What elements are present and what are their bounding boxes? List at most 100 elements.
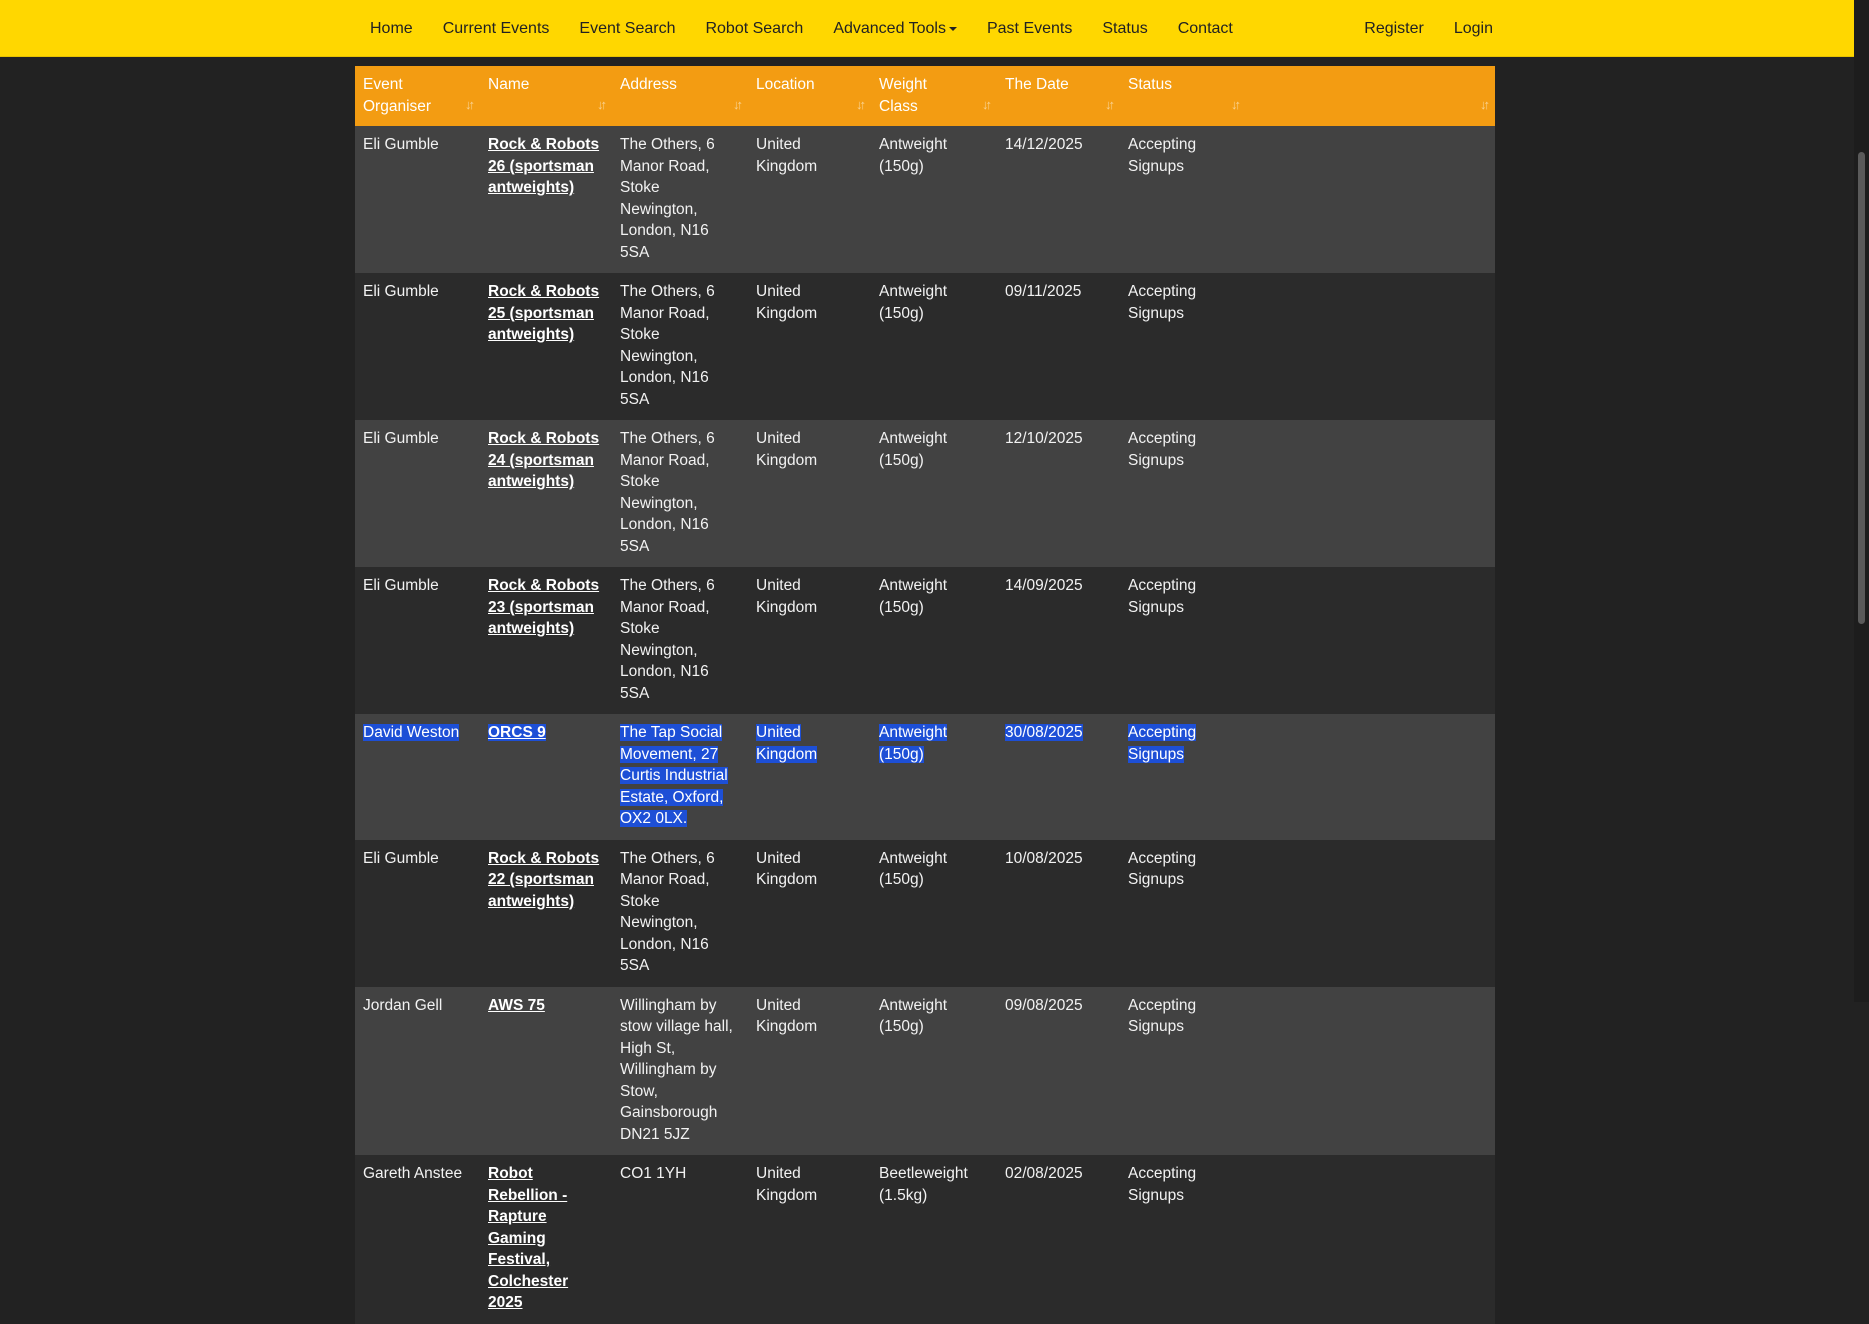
cell-address-text: Willingham by stow village hall, High St… <box>620 996 733 1143</box>
cell-address: Willingham by stow village hall, High St… <box>612 987 748 1156</box>
nav-contact[interactable]: Contact <box>1163 0 1248 57</box>
nav-robot-search[interactable]: Robot Search <box>690 0 818 57</box>
cell-weight-text: Antweight (150g) <box>879 136 948 175</box>
cell-location-text: United Kingdom <box>756 1165 818 1204</box>
nav-status-label: Status <box>1102 20 1148 37</box>
cell-name: ORCS 9 <box>480 714 612 840</box>
nav-status[interactable]: Status <box>1087 0 1162 57</box>
cell-empty <box>1246 420 1495 567</box>
cell-address-text: The Others, 6 Manor Road, Stoke Newingto… <box>620 283 715 408</box>
cell-status: Accepting Signups <box>1120 714 1246 840</box>
cell-date: 09/08/2025 <box>997 987 1120 1156</box>
nav-event-search[interactable]: Event Search <box>564 0 690 57</box>
cell-organiser: Eli Gumble <box>355 840 480 987</box>
cell-location: United Kingdom <box>748 420 871 567</box>
table-row: David Weston ORCS 9 The Tap Social Movemen… <box>355 714 1495 840</box>
cell-address-text: The Others, 6 Manor Road, Stoke Newingto… <box>620 136 715 261</box>
cell-name: Rock & Robots 25 (sportsman antweights) <box>480 273 612 420</box>
nav-past-events[interactable]: Past Events <box>972 0 1087 57</box>
cell-date-text: 14/09/2025 <box>1005 577 1083 594</box>
cell-empty <box>1246 126 1495 273</box>
column-header-sort[interactable]: ↓↑ <box>1246 66 1495 126</box>
event-name-link[interactable]: Rock & Robots 22 (sportsman antweights) <box>488 850 599 910</box>
cell-location-text: United Kingdom <box>756 849 818 889</box>
cell-location: United Kingdom <box>748 273 871 420</box>
cell-status-text: Accepting Signups <box>1128 430 1197 469</box>
cell-weight-text: Antweight (150g) <box>879 996 948 1036</box>
cell-location-text: United Kingdom <box>756 283 818 322</box>
table-row: Eli Gumble Rock & Robots 22 (sportsman an… <box>355 839 1495 987</box>
column-header-sort[interactable]: Location ↓↑ <box>748 66 871 126</box>
nav-login[interactable]: Login <box>1439 0 1508 57</box>
column-header-sort[interactable]: The Date ↓↑ <box>997 66 1120 126</box>
cell-address-text: The Others, 6 Manor Road, Stoke Newingto… <box>620 849 715 975</box>
column-header-sort[interactable]: Weight Class ↓↑ <box>871 66 997 126</box>
cell-organiser-text: Jordan Gell <box>363 996 443 1014</box>
nav-current-events[interactable]: Current Events <box>428 0 565 57</box>
cell-date-text: 02/08/2025 <box>1005 1165 1083 1182</box>
cell-status: Accepting Signups <box>1120 126 1246 273</box>
event-name-link[interactable]: AWS 75 <box>488 997 545 1014</box>
nav-register-label: Register <box>1364 20 1424 37</box>
table-row: Eli Gumble Rock & Robots 26 (sportsman an… <box>355 126 1495 273</box>
cell-address-text: The Others, 6 Manor Road, Stoke Newingto… <box>620 577 715 702</box>
nav-register[interactable]: Register <box>1349 0 1439 57</box>
event-name-link[interactable]: Rock & Robots 26 (sportsman antweights) <box>488 136 599 196</box>
cell-organiser-text: Eli Gumble <box>363 430 439 447</box>
nav-contact-label: Contact <box>1177 20 1233 37</box>
cell-name: Rock & Robots 23 (sportsman antweights) <box>480 567 612 714</box>
cell-status-text: Accepting Signups <box>1128 1165 1197 1204</box>
event-name-link[interactable]: ORCS 9 <box>488 724 546 741</box>
scrollbar-thumb[interactable] <box>1858 152 1865 624</box>
cell-organiser: Eli Gumble <box>355 126 480 273</box>
cell-status: Accepting Signups <box>1120 1155 1246 1324</box>
table-row: Eli Gumble Rock & Robots 23 (sportsman an… <box>355 567 1495 714</box>
event-name-link[interactable]: Rock & Robots 23 (sportsman antweights) <box>488 577 599 637</box>
cell-weight: Antweight (150g) <box>871 567 997 714</box>
cell-organiser-text: Eli Gumble <box>363 136 439 153</box>
cell-date-text: 10/08/2025 <box>1005 849 1083 867</box>
cell-date: 14/09/2025 <box>997 567 1120 714</box>
cell-location: United Kingdom <box>748 714 871 840</box>
column-header-sort[interactable]: Status ↓↑ <box>1120 66 1246 126</box>
cell-organiser-text: Eli Gumble <box>363 849 439 867</box>
sort-arrows-icon: ↓↑ <box>597 97 607 112</box>
nav-advanced-tools-label: Advanced Tools <box>833 20 946 37</box>
cell-date: 30/08/2025 <box>997 714 1120 840</box>
cell-location-text: United Kingdom <box>756 577 818 616</box>
column-header-label: The Date <box>1005 76 1069 93</box>
event-name-link[interactable]: Robot Rebellion - Rapture Gaming Festiva… <box>488 1165 568 1311</box>
cell-weight-text: Antweight (150g) <box>879 724 948 763</box>
cell-location: United Kingdom <box>748 1155 871 1324</box>
cell-weight-text: Antweight (150g) <box>879 283 948 322</box>
nav-advanced-tools-dropdown[interactable]: Advanced Tools <box>818 0 972 57</box>
cell-location-text: United Kingdom <box>756 996 818 1036</box>
cell-location-text: United Kingdom <box>756 430 818 469</box>
cell-address: The Others, 6 Manor Road, Stoke Newingto… <box>612 840 748 987</box>
event-name-link[interactable]: Rock & Robots 25 (sportsman antweights) <box>488 283 599 343</box>
vertical-scrollbar[interactable] <box>1854 0 1869 1002</box>
cell-date-text: 14/12/2025 <box>1005 136 1083 153</box>
column-header-sort[interactable]: Name ↓↑ <box>480 66 612 126</box>
sort-arrows-icon: ↓↑ <box>1231 97 1241 112</box>
cell-weight: Beetleweight (1.5kg) <box>871 1155 997 1324</box>
cell-empty <box>1246 273 1495 420</box>
nav-past-events-label: Past Events <box>986 20 1073 37</box>
nav-right-group: Register Login <box>1349 0 1508 57</box>
event-name-link[interactable]: Rock & Robots 24 (sportsman antweights) <box>488 430 599 490</box>
cell-weight-text: Antweight (150g) <box>879 430 948 469</box>
cell-date-text: 09/11/2025 <box>1005 283 1082 300</box>
cell-weight: Antweight (150g) <box>871 987 997 1156</box>
column-header-label: Event Organiser <box>363 76 432 115</box>
column-header-sort[interactable]: Event Organiser ↓↑ <box>355 66 480 126</box>
events-table-container: Event Organiser ↓↑ Name ↓↑ Address ↓↑ Location… <box>355 66 1495 1324</box>
nav-home[interactable]: Home <box>355 0 428 57</box>
cell-status: Accepting Signups <box>1120 987 1246 1156</box>
cell-date: 14/12/2025 <box>997 126 1120 273</box>
cell-location: United Kingdom <box>748 567 871 714</box>
nav-login-label: Login <box>1453 20 1493 37</box>
cell-weight: Antweight (150g) <box>871 273 997 420</box>
column-header-sort[interactable]: Address ↓↑ <box>612 66 748 126</box>
cell-address: The Others, 6 Manor Road, Stoke Newingto… <box>612 273 748 420</box>
cell-empty <box>1246 714 1495 840</box>
